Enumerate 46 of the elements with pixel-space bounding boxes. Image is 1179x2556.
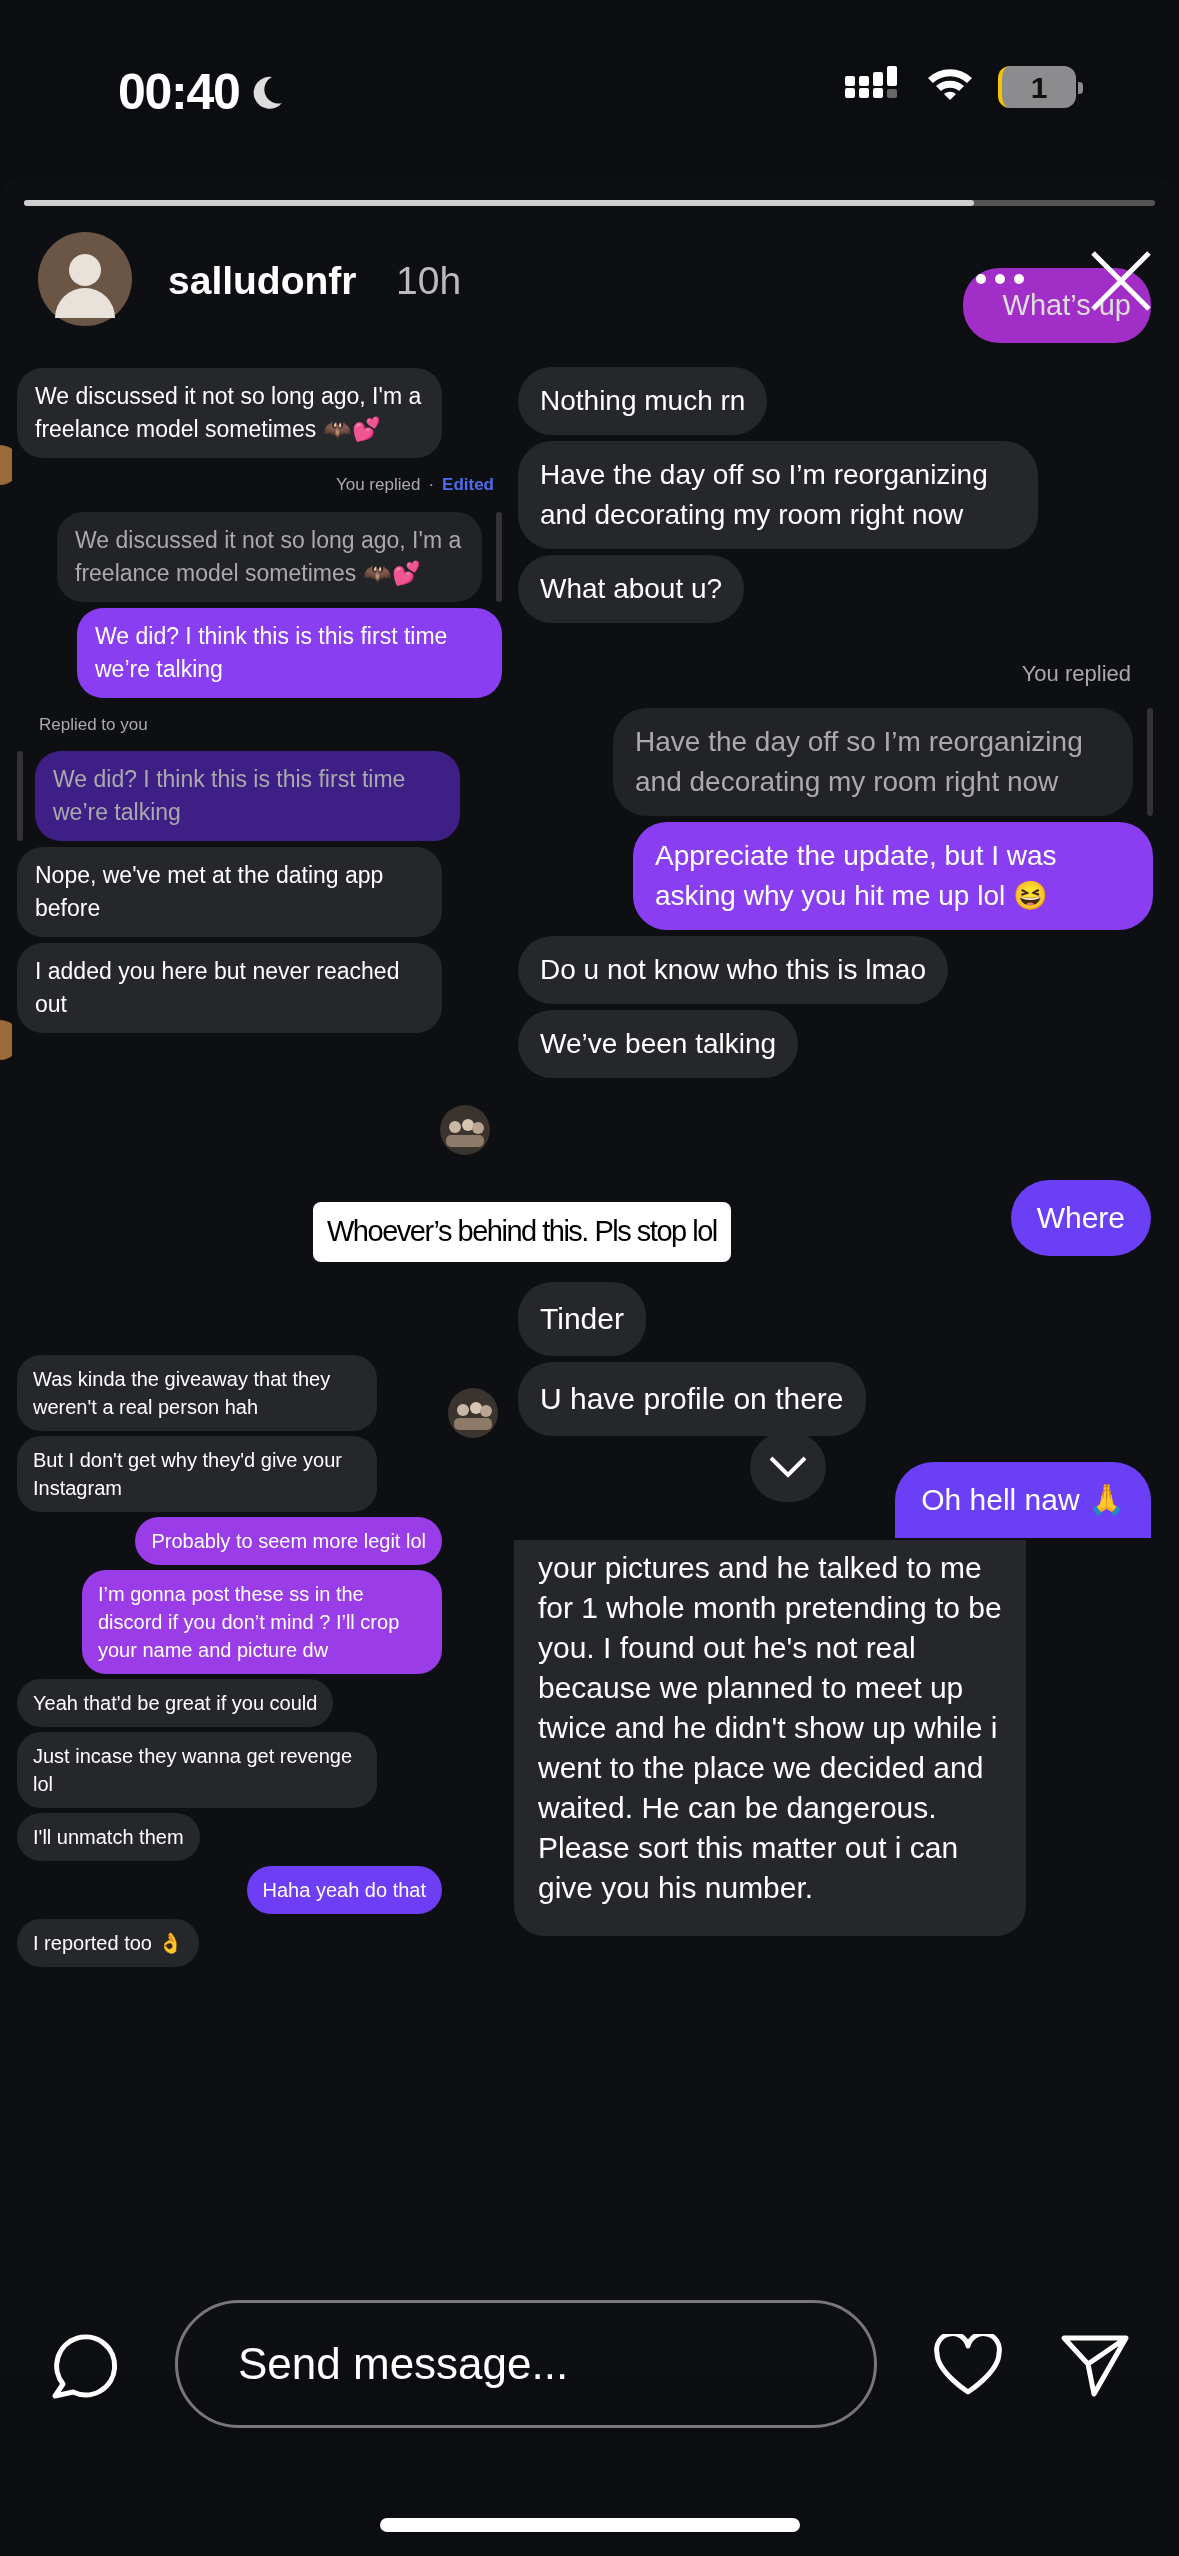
battery-tip xyxy=(1078,82,1083,94)
reply-label: You replied xyxy=(335,474,421,496)
separator-dot: · xyxy=(428,474,435,496)
message-bubble: Appreciate the update, but I was asking why you hit me up lol 😆 xyxy=(633,822,1153,930)
chevron-down-icon xyxy=(768,1455,808,1479)
message-bubble: Tinder xyxy=(518,1282,646,1356)
heart-icon[interactable] xyxy=(933,2334,1003,2396)
battery-indicator: 1 xyxy=(998,66,1076,108)
message-bubble: Just incase they wanna get revenge lol xyxy=(17,1732,377,1808)
post-time: 10h xyxy=(396,258,462,304)
avatar xyxy=(440,1105,490,1155)
avatar[interactable] xyxy=(38,232,132,326)
message-bubble: I added you here but never reached out xyxy=(17,943,442,1033)
edited-label: Edited xyxy=(442,474,494,496)
text-sticker: Whoever’s behind this. Pls stop lol xyxy=(313,1202,731,1262)
reply-label: Replied to you xyxy=(39,713,148,736)
message-bubble: your pictures and he talked to me for 1 whole month pretending to be you. I found out he's not real because we planned to meet up twice and he didn't show up while i went to the place we decided and waited. He can be dangerous. Please sort this matter out i can give you his number. xyxy=(514,1540,1026,1936)
message-bubble: Was kinda the giveaway that they weren't a real person hah xyxy=(17,1355,377,1431)
avatar xyxy=(0,445,12,485)
message-bubble: Probably to seem more legit lol xyxy=(135,1517,442,1565)
reply-label: You replied xyxy=(1021,660,1131,688)
quoted-message: Have the day off so I’m reorganizing and decorating my room right now xyxy=(613,708,1133,816)
message-bubble: Yeah that'd be great if you could xyxy=(17,1679,334,1727)
message-bubble: Have the day off so I’m reorganizing and decorating my room right now xyxy=(518,441,1038,549)
username[interactable]: salludonfr xyxy=(168,252,357,311)
more-icon[interactable] xyxy=(975,273,1025,285)
quoted-message: We did? I think this is this first time we’re talking xyxy=(35,751,460,841)
quoted-message: We discussed it not so long ago, I'm a freelance model sometimes 🦇💕 xyxy=(57,511,482,602)
clock: 00:40 xyxy=(118,63,240,122)
message-bubble: I'll unmatch them xyxy=(17,1813,200,1861)
message-bubble: Nope, we've met at the dating app before xyxy=(17,847,442,937)
message-bubble: Oh hell naw 🙏 xyxy=(895,1462,1151,1538)
message-bubble: What about u? xyxy=(518,555,745,623)
avatar xyxy=(0,1020,12,1060)
message-bubble: Haha yeah do that xyxy=(246,1866,442,1914)
message-bubble: I’m gonna post these ss in the discord if you don’t mind ? I’ll crop your name and picture dw xyxy=(82,1570,442,1674)
message-bubble: We discussed it not so long ago, I'm a freelance model sometimes 🦇💕 xyxy=(17,368,442,458)
message-input[interactable]: Send message... xyxy=(175,2300,877,2428)
message-bubble: But I don't get why they'd give your Instagram xyxy=(17,1436,377,1512)
message-bubble: We’ve been talking xyxy=(518,1010,799,1078)
message-bubble: I reported too 👌 xyxy=(17,1919,199,1967)
avatar xyxy=(448,1388,498,1438)
message-bubble: Do u not know who this is lmao xyxy=(518,936,948,1004)
message-bubble: Nothing much rn xyxy=(518,367,768,435)
message-bubble: We did? I think this is this first time we’re talking xyxy=(77,607,502,698)
message-bubble: U have profile on there xyxy=(518,1362,866,1436)
